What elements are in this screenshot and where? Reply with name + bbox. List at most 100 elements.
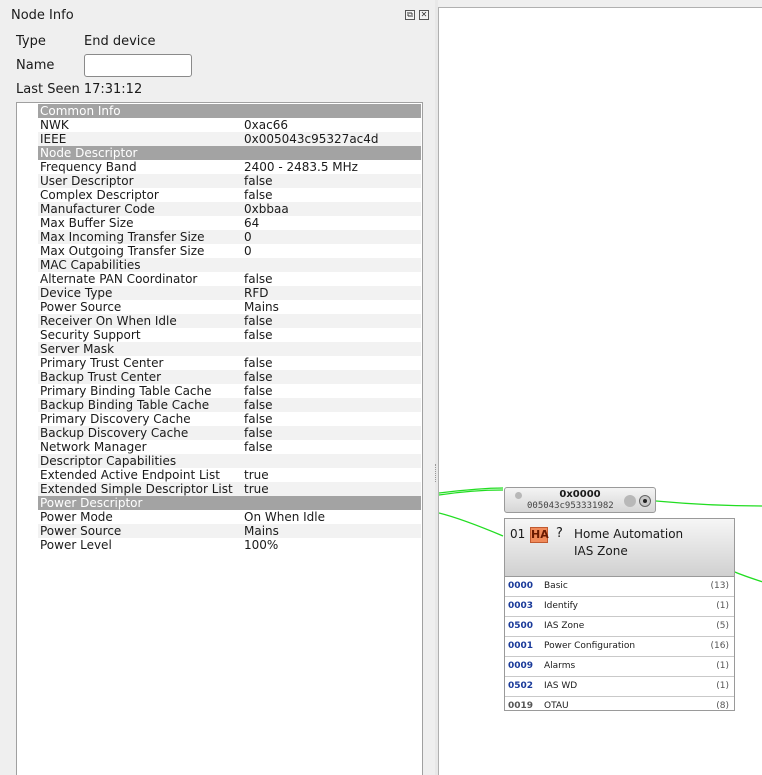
row-value: 0: [244, 230, 252, 244]
cluster-id: 0019: [508, 701, 534, 711]
table-row[interactable]: Power Level 100%: [38, 538, 421, 552]
node-socket-icon[interactable]: [624, 495, 636, 507]
row-value: Mains: [244, 300, 279, 314]
row-value: false: [244, 384, 273, 398]
row-key: Power Source: [40, 524, 122, 538]
row-key: Max Incoming Transfer Size: [40, 230, 205, 244]
wire: [655, 500, 762, 507]
cluster-id: 0000: [508, 581, 534, 591]
table-row[interactable]: Descriptor Capabilities: [38, 454, 421, 468]
table-row[interactable]: Alternate PAN Coordinator false: [38, 272, 421, 286]
table-row[interactable]: Max Outgoing Transfer Size 0: [38, 244, 421, 258]
cluster-item[interactable]: 0003 Identify (1): [505, 597, 734, 617]
row-value: 64: [244, 216, 260, 230]
row-key: NWK: [40, 118, 69, 132]
cluster-item[interactable]: 0009 Alarms (1): [505, 657, 734, 677]
cluster-item[interactable]: 0001 Power Configuration (16): [505, 637, 734, 657]
row-key: Backup Trust Center: [40, 370, 162, 384]
section-header[interactable]: Power Descriptor: [38, 496, 421, 510]
table-row[interactable]: Server Mask: [38, 342, 421, 356]
table-row[interactable]: Primary Discovery Cache false: [38, 412, 421, 426]
row-value: false: [244, 440, 273, 454]
table-row[interactable]: Power Source Mains: [38, 300, 421, 314]
table-row[interactable]: Extended Simple Descriptor List true: [38, 482, 421, 496]
table-row[interactable]: Primary Trust Center false: [38, 356, 421, 370]
table-row[interactable]: Manufacturer Code 0xbbaa: [38, 202, 421, 216]
row-key: Receiver On When Idle: [40, 314, 177, 328]
node-info-table[interactable]: Common Info NWK 0xac66 IEEE 0x005043c95327ac…: [16, 102, 423, 775]
row-value: 0xac66: [244, 118, 288, 132]
cluster-name: Power Configuration: [544, 641, 636, 651]
section-header[interactable]: Node Descriptor: [38, 146, 421, 160]
table-row[interactable]: Backup Trust Center false: [38, 370, 421, 384]
table-row[interactable]: Extended Active Endpoint List true: [38, 468, 421, 482]
row-key: Primary Discovery Cache: [40, 412, 191, 426]
type-label: Type: [16, 34, 46, 49]
table-row[interactable]: Network Manager false: [38, 440, 421, 454]
table-row[interactable]: User Descriptor false: [38, 174, 421, 188]
name-input[interactable]: [84, 54, 192, 77]
row-value: RFD: [244, 286, 269, 300]
cluster-count: (13): [710, 581, 729, 591]
float-icon[interactable]: ⧉: [405, 10, 415, 20]
table-row[interactable]: Power Source Mains: [38, 524, 421, 538]
cluster-name: Basic: [544, 581, 568, 591]
row-value: false: [244, 314, 273, 328]
cluster-item[interactable]: 0019 OTAU (8): [505, 697, 734, 716]
row-key: Primary Binding Table Cache: [40, 384, 212, 398]
row-value: false: [244, 272, 273, 286]
cluster-count: (16): [710, 641, 729, 651]
row-key: Backup Binding Table Cache: [40, 398, 210, 412]
table-row[interactable]: Backup Binding Table Cache false: [38, 398, 421, 412]
node-header[interactable]: 0x0000 005043c953331982: [504, 487, 656, 513]
cluster-item[interactable]: 0500 IAS Zone (5): [505, 617, 734, 637]
dock-title: Node Info: [11, 8, 74, 23]
table-row[interactable]: Device Type RFD: [38, 286, 421, 300]
cluster-id: 0500: [508, 621, 534, 631]
table-row[interactable]: Backup Discovery Cache false: [38, 426, 421, 440]
row-value: 0x005043c95327ac4d: [244, 132, 379, 146]
row-key: Power Source: [40, 300, 122, 314]
table-row[interactable]: Receiver On When Idle false: [38, 314, 421, 328]
endpoint-header[interactable]: 01 HA ? Home Automation IAS Zone: [505, 519, 734, 577]
row-value: 100%: [244, 538, 279, 552]
row-value: false: [244, 370, 273, 384]
row-key: Max Buffer Size: [40, 216, 134, 230]
endpoint-box[interactable]: 01 HA ? Home Automation IAS Zone 0000 Bas…: [504, 518, 735, 711]
cluster-count: (8): [716, 701, 729, 711]
last-seen: Last Seen 17:31:12: [16, 82, 143, 97]
table-row[interactable]: NWK 0xac66: [38, 118, 421, 132]
network-canvas[interactable]: 0x0000 005043c953331982 01 HA ? Home Aut…: [438, 7, 762, 775]
cluster-name: Identify: [544, 601, 578, 611]
table-row[interactable]: Max Incoming Transfer Size 0: [38, 230, 421, 244]
row-value: false: [244, 174, 273, 188]
row-key: Manufacturer Code: [40, 202, 155, 216]
table-row[interactable]: Primary Binding Table Cache false: [38, 384, 421, 398]
table-row[interactable]: IEEE 0x005043c95327ac4d: [38, 132, 421, 146]
table-row[interactable]: MAC Capabilities: [38, 258, 421, 272]
endpoint-number: 01: [510, 527, 526, 541]
row-value: false: [244, 356, 273, 370]
cluster-count: (1): [716, 601, 729, 611]
table-row[interactable]: Frequency Band 2400 - 2483.5 MHz: [38, 160, 421, 174]
cluster-count: (1): [716, 661, 729, 671]
cluster-id: 0001: [508, 641, 534, 651]
cluster-item[interactable]: 0502 IAS WD (1): [505, 677, 734, 697]
table-row[interactable]: Power Mode On When Idle: [38, 510, 421, 524]
cluster-count: (1): [716, 681, 729, 691]
row-key: Alternate PAN Coordinator: [40, 272, 198, 286]
cluster-item[interactable]: 0000 Basic (13): [505, 577, 734, 597]
table-row[interactable]: Security Support false: [38, 328, 421, 342]
row-value: true: [244, 468, 269, 482]
section-header[interactable]: Common Info: [38, 104, 421, 118]
table-row[interactable]: Complex Descriptor false: [38, 188, 421, 202]
row-key: Descriptor Capabilities: [40, 454, 177, 468]
close-icon[interactable]: ✕: [419, 10, 429, 20]
table-row[interactable]: Max Buffer Size 64: [38, 216, 421, 230]
row-key: Network Manager: [40, 440, 147, 454]
cluster-name: IAS WD: [544, 681, 578, 691]
row-value: Mains: [244, 524, 279, 538]
node-output-socket-icon[interactable]: [639, 495, 651, 507]
row-key: Primary Trust Center: [40, 356, 164, 370]
cluster-name: OTAU: [544, 701, 569, 711]
